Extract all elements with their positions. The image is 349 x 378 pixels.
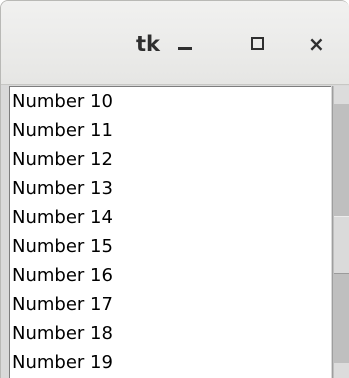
list-item[interactable]: Number 19 — [12, 348, 330, 377]
list-item[interactable]: Number 12 — [12, 145, 330, 174]
close-icon: × — [308, 32, 325, 56]
list-item[interactable]: Number 16 — [12, 261, 330, 290]
close-button[interactable]: × — [307, 29, 337, 59]
list-item[interactable]: Number 15 — [12, 232, 330, 261]
app-window: tk × Number 10 Number 11 Number 12 Numbe… — [0, 0, 349, 378]
scroll-down-arrow[interactable] — [334, 363, 349, 378]
minimize-icon — [178, 47, 192, 50]
minimize-button[interactable] — [171, 29, 201, 59]
scroll-up-arrow[interactable] — [334, 86, 349, 104]
list-item[interactable]: Number 18 — [12, 319, 330, 348]
window-title: tk — [136, 32, 161, 56]
vertical-scrollbar[interactable] — [332, 86, 349, 378]
list-item[interactable]: Number 10 — [12, 87, 330, 116]
scroll-thumb[interactable] — [334, 216, 349, 274]
list-item[interactable]: Number 13 — [12, 174, 330, 203]
window-content: Number 10 Number 11 Number 12 Number 13 … — [1, 85, 349, 378]
number-listbox[interactable]: Number 10 Number 11 Number 12 Number 13 … — [9, 86, 331, 378]
maximize-button[interactable] — [244, 29, 274, 59]
title-bar[interactable]: tk × — [1, 1, 349, 85]
list-item[interactable]: Number 17 — [12, 290, 330, 319]
maximize-icon — [251, 37, 264, 50]
list-item[interactable]: Number 11 — [12, 116, 330, 145]
list-item[interactable]: Number 14 — [12, 203, 330, 232]
